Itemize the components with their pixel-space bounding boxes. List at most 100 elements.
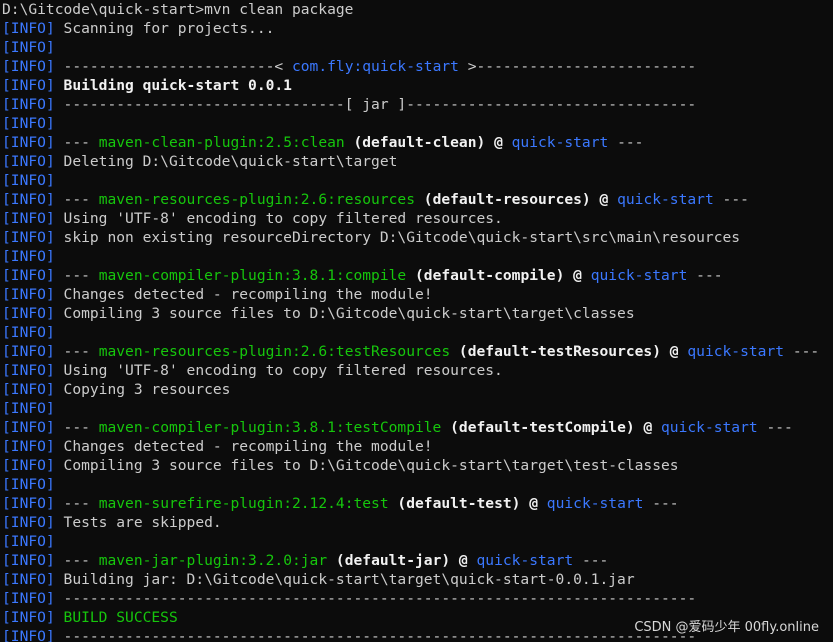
log-line: [INFO] (0, 323, 833, 342)
log-text: ------------------------< (63, 58, 292, 75)
log-line: [INFO] (0, 171, 833, 190)
log-level-tag: INFO (10, 533, 46, 550)
log-level-bracket: [ (2, 248, 11, 265)
log-line: [INFO] Compiling 3 source files to D:\Gi… (0, 456, 833, 475)
log-level-bracket: [ (2, 229, 11, 246)
log-level-bracket: ] (45, 571, 64, 588)
log-line: [INFO] Tests are skipped. (0, 513, 833, 532)
log-line: [INFO] Copying 3 resources (0, 380, 833, 399)
log-text: (default-testResources) @ (450, 343, 688, 360)
artifact-id: quick-start (617, 191, 714, 208)
log-level-bracket: [ (2, 552, 11, 569)
log-level-tag: INFO (10, 571, 46, 588)
log-line: [INFO] Using 'UTF-8' encoding to copy fi… (0, 209, 833, 228)
log-line: [INFO] --- maven-resources-plugin:2.6:re… (0, 190, 833, 209)
log-text: --- (63, 267, 99, 284)
log-level-tag: INFO (10, 400, 46, 417)
log-text: Deleting D:\Gitcode\quick-start\target (63, 153, 398, 170)
log-line: [INFO] Compiling 3 source files to D:\Gi… (0, 304, 833, 323)
log-level-bracket: ] (45, 590, 64, 607)
log-text: (default-resources) @ (415, 191, 618, 208)
log-level-bracket: [ (2, 153, 11, 170)
log-level-bracket: ] (45, 77, 64, 94)
log-text: --- (757, 419, 793, 436)
plugin-goal: maven-surefire-plugin:2.12.4:test (98, 495, 389, 512)
log-level-bracket: ] (45, 229, 64, 246)
log-text: Scanning for projects... (63, 20, 275, 37)
log-level-bracket: [ (2, 590, 11, 607)
log-text: Compiling 3 source files to D:\Gitcode\q… (63, 457, 679, 474)
log-level-tag: INFO (10, 590, 46, 607)
log-line: [INFO] (0, 38, 833, 57)
artifact-id: quick-start (476, 552, 574, 569)
log-line: [INFO] --- maven-surefire-plugin:2.12.4:… (0, 494, 833, 513)
terminal-window[interactable]: D:\Gitcode\quick-start>mvn clean package… (0, 0, 833, 642)
log-level-bracket: [ (2, 58, 11, 75)
log-line: [INFO] skip non existing resourceDirecto… (0, 228, 833, 247)
log-level-bracket: [ (2, 514, 11, 531)
log-level-tag: INFO (10, 267, 46, 284)
log-level-tag: INFO (10, 39, 46, 56)
log-line: [INFO] (0, 475, 833, 494)
log-level-bracket: [ (2, 210, 11, 227)
log-level-bracket: ] (45, 400, 64, 417)
log-line: [INFO] Building jar: D:\Gitcode\quick-st… (0, 570, 833, 589)
log-text: (default-test) @ (388, 495, 547, 512)
log-text: --- (573, 552, 609, 569)
log-level-bracket: [ (2, 96, 11, 113)
plugin-goal: maven-resources-plugin:2.6:testResources (98, 343, 451, 360)
log-level-bracket: ] (45, 457, 64, 474)
log-level-tag: INFO (10, 552, 46, 569)
log-level-bracket: [ (2, 419, 11, 436)
log-level-bracket: [ (2, 400, 11, 417)
log-level-bracket: ] (45, 324, 64, 341)
log-line: [INFO] --- maven-compiler-plugin:3.8.1:c… (0, 266, 833, 285)
log-line: [INFO] --- maven-resources-plugin:2.6:te… (0, 342, 833, 361)
log-text: Tests are skipped. (63, 514, 222, 531)
artifact-id: com.fly:quick-start (291, 58, 459, 75)
log-text: --- (687, 267, 723, 284)
log-level-bracket: ] (45, 514, 64, 531)
log-level-bracket: [ (2, 77, 11, 94)
log-line: [INFO] --- maven-compiler-plugin:3.8.1:t… (0, 418, 833, 437)
log-text: --------------------------------[ jar ]-… (63, 96, 697, 113)
log-level-bracket: [ (2, 495, 11, 512)
log-level-tag: INFO (10, 229, 46, 246)
log-level-tag: INFO (10, 495, 46, 512)
plugin-goal: maven-clean-plugin:2.5:clean (98, 134, 345, 151)
log-level-bracket: [ (2, 438, 11, 455)
log-line: [INFO] --- maven-clean-plugin:2.5:clean … (0, 133, 833, 152)
log-level-bracket: ] (45, 115, 64, 132)
log-level-bracket: [ (2, 286, 11, 303)
csdn-watermark: CSDN @爱码少年 00fly.online (632, 616, 821, 635)
log-text: ----------------------------------------… (63, 628, 697, 642)
artifact-id: quick-start (687, 343, 785, 360)
artifact-id: quick-start (661, 419, 758, 436)
log-level-bracket: ] (45, 476, 64, 493)
log-text: (default-testCompile) @ (441, 419, 662, 436)
log-text: >------------------------- (458, 58, 697, 75)
log-text: --- (63, 495, 99, 512)
log-level-tag: INFO (10, 628, 46, 642)
log-level-bracket: ] (45, 552, 64, 569)
log-level-bracket: [ (2, 115, 11, 132)
log-level-bracket: [ (2, 533, 11, 550)
log-level-tag: INFO (10, 286, 46, 303)
log-text: (default-compile) @ (406, 267, 591, 284)
log-level-bracket: [ (2, 172, 11, 189)
log-text: skip non existing resourceDirectory D:\G… (63, 229, 741, 246)
log-level-bracket: ] (45, 267, 64, 284)
log-level-tag: INFO (10, 58, 46, 75)
log-text: Changes detected - recompiling the modul… (63, 286, 433, 303)
log-level-bracket: ] (45, 419, 64, 436)
log-level-bracket: ] (45, 609, 64, 626)
log-level-bracket: [ (2, 20, 11, 37)
log-text: Building jar: D:\Gitcode\quick-start\tar… (63, 571, 635, 588)
log-level-tag: INFO (10, 609, 46, 626)
log-text: Building quick-start 0.0.1 (63, 77, 292, 94)
log-line: [INFO] (0, 532, 833, 551)
log-level-bracket: [ (2, 39, 11, 56)
log-text: (default-clean) @ (344, 134, 512, 151)
log-line: [INFO] Building quick-start 0.0.1 (0, 76, 833, 95)
log-level-bracket: ] (45, 39, 64, 56)
